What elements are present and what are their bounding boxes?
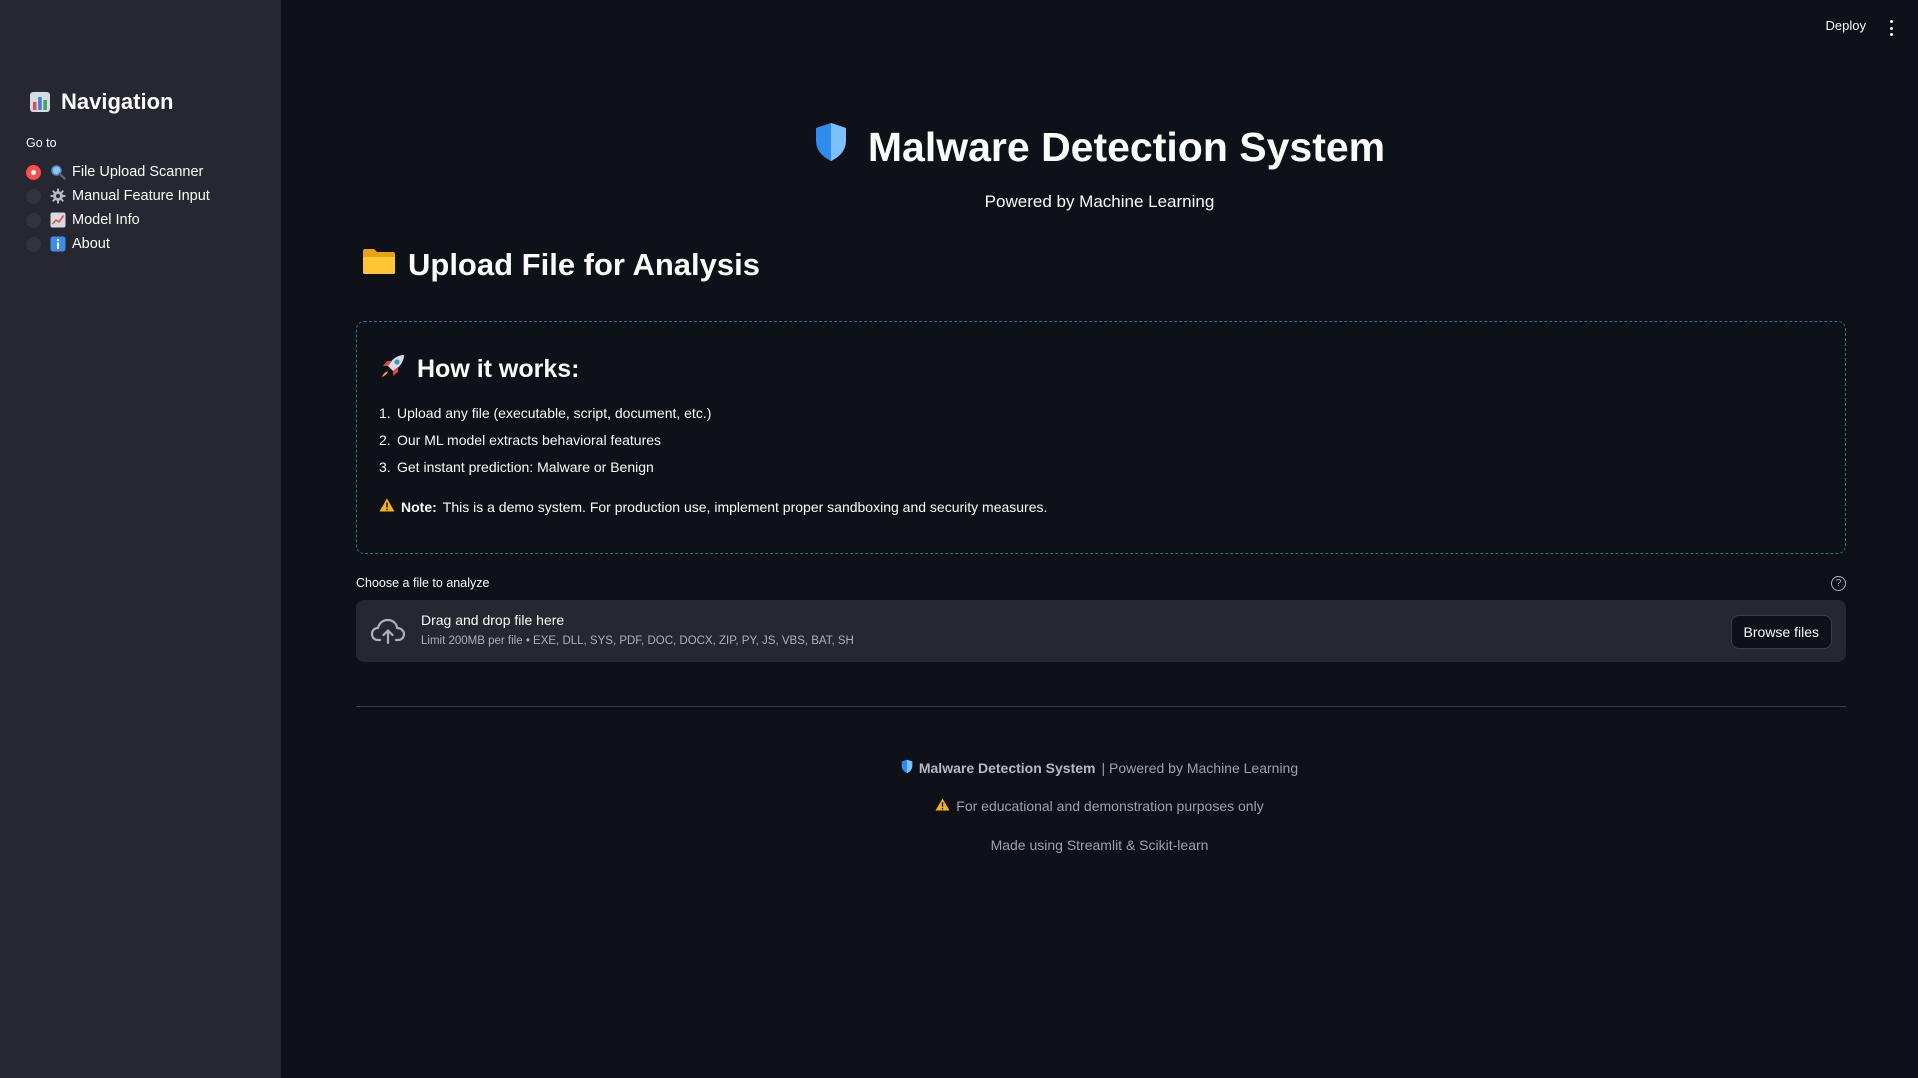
gear-icon: [50, 188, 66, 204]
deploy-button[interactable]: Deploy: [1826, 18, 1866, 33]
note-text: This is a demo system. For production us…: [442, 498, 1048, 515]
page-subtitle: Powered by Machine Learning: [984, 192, 1215, 211]
section-title: Upload File for Analysis: [362, 247, 760, 283]
browse-files-button[interactable]: Browse files: [1730, 615, 1832, 649]
warning-icon: [935, 798, 950, 814]
footer-disclaimer-line: For educational and demonstration purpos…: [281, 798, 1918, 814]
radio-unselected[interactable]: [26, 236, 41, 252]
nav-item-label: About: [72, 236, 110, 252]
divider: [356, 706, 1846, 707]
sidebar-title: Navigation: [29, 89, 173, 115]
nav-radio-group: File Upload Scanner Manual Feature Input…: [26, 160, 210, 256]
how-it-works-title-text: How it works:: [417, 355, 580, 383]
list-item: 1. Upload any file (executable, script, …: [379, 405, 712, 421]
footer-disclaimer: For educational and demonstration purpos…: [956, 798, 1264, 814]
kebab-menu-icon[interactable]: [1888, 20, 1894, 36]
file-dropzone[interactable]: Drag and drop file here Limit 200MB per …: [356, 600, 1846, 662]
how-it-works-box: How it works: 1. Upload any file (execut…: [356, 321, 1846, 554]
radio-group-label: Go to: [26, 136, 57, 150]
note-label: Note:: [401, 498, 437, 515]
help-icon[interactable]: ?: [1831, 576, 1846, 591]
nav-item-file-upload-scanner[interactable]: File Upload Scanner: [26, 160, 210, 184]
dropzone-limit-text: Limit 200MB per file • EXE, DLL, SYS, PD…: [421, 635, 854, 647]
page-title: Malware Detection System: [281, 122, 1918, 172]
page-title-text: Malware Detection System: [867, 123, 1386, 170]
nav-item-label: Manual Feature Input: [72, 188, 210, 204]
section-title-text: Upload File for Analysis: [408, 247, 760, 282]
dropzone-title: Drag and drop file here: [421, 612, 565, 628]
info-icon: [50, 236, 66, 252]
footer-brand: Malware Detection System: [918, 760, 1096, 776]
app-root: Navigation Go to File Upload Scanner Man…: [0, 0, 1918, 1078]
radio-unselected[interactable]: [26, 212, 41, 228]
nav-item-label: Model Info: [72, 212, 140, 228]
nav-item-model-info[interactable]: Model Info: [26, 208, 210, 232]
bar-chart-icon: [29, 91, 51, 113]
demo-note: Note: This is a demo system. For product…: [379, 498, 1047, 515]
radio-selected[interactable]: [26, 164, 41, 180]
file-uploader-label: Choose a file to analyze: [356, 576, 490, 590]
list-item: 3. Get instant prediction: Malware or Be…: [379, 459, 654, 475]
footer-powered: | Powered by Machine Learning: [1101, 760, 1299, 776]
sidebar-title-text: Navigation: [61, 89, 174, 114]
warning-icon: [379, 498, 395, 515]
list-item: 2. Our ML model extracts behavioral feat…: [379, 432, 662, 448]
line-chart-icon: [50, 212, 66, 228]
nav-item-manual-feature-input[interactable]: Manual Feature Input: [26, 184, 210, 208]
shield-icon: [901, 759, 913, 777]
nav-item-about[interactable]: About: [26, 232, 210, 256]
folder-icon: [362, 247, 396, 283]
steps-list: 1. Upload any file (executable, script, …: [379, 405, 711, 486]
footer-made-with: Made using Streamlit & Scikit-learn: [990, 837, 1209, 853]
rocket-icon: [379, 352, 407, 387]
cloud-upload-icon: [370, 616, 406, 646]
nav-item-label: File Upload Scanner: [72, 164, 204, 180]
radio-unselected[interactable]: [26, 188, 41, 204]
footer-brand-line: Malware Detection System | Powered by Ma…: [281, 759, 1918, 777]
magnifier-icon: [50, 164, 66, 180]
shield-icon: [814, 122, 848, 172]
how-it-works-title: How it works:: [379, 352, 580, 387]
sidebar: Navigation Go to File Upload Scanner Man…: [0, 0, 281, 1078]
